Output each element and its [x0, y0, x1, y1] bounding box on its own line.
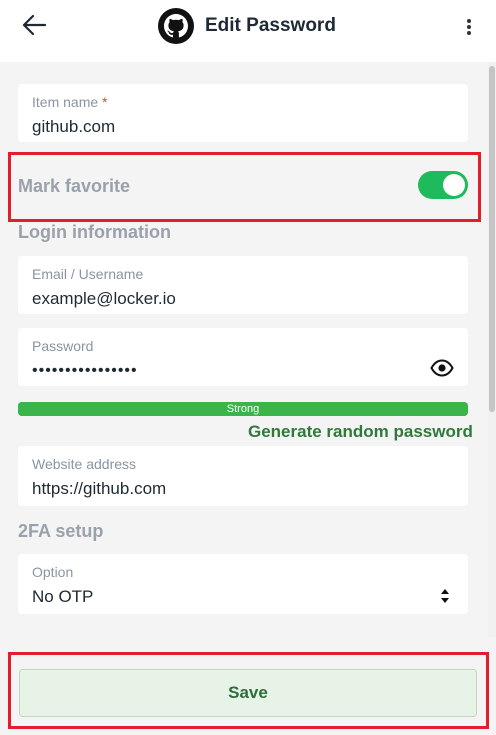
email-field[interactable]: Email / Username example@locker.io	[18, 256, 468, 314]
password-input[interactable]: ••••••••••••••••	[32, 360, 454, 382]
sort-arrows-icon	[441, 589, 449, 603]
generate-password-link[interactable]: Generate random password	[248, 422, 473, 442]
github-logo-icon	[158, 8, 194, 44]
otp-option-select[interactable]: Option No OTP	[18, 554, 468, 614]
password-label: Password	[32, 338, 94, 354]
website-label: Website address	[32, 456, 137, 472]
login-section-title: Login information	[18, 222, 171, 242]
password-strength-bar: Strong	[18, 402, 468, 416]
email-label: Email / Username	[32, 266, 144, 282]
arrow-left-icon	[22, 14, 47, 36]
website-input[interactable]: https://github.com	[32, 478, 454, 500]
password-strength-label: Strong	[226, 403, 260, 415]
favorite-toggle[interactable]	[418, 171, 468, 199]
password-field[interactable]: Password ••••••••••••••••	[18, 328, 468, 386]
required-mark: *	[102, 94, 108, 110]
mark-favorite-row: Mark favorite	[18, 168, 468, 204]
back-button[interactable]	[18, 11, 50, 39]
page-title: Edit Password	[205, 15, 336, 36]
website-field[interactable]: Website address https://github.com	[18, 446, 468, 506]
more-menu-button[interactable]	[458, 14, 480, 40]
twofa-section-title: 2FA setup	[18, 521, 104, 541]
toggle-knob	[443, 174, 465, 196]
eye-icon	[430, 359, 454, 377]
save-button[interactable]: Save	[19, 669, 477, 717]
item-name-label: Item name *	[32, 94, 108, 110]
more-vertical-icon	[467, 19, 471, 35]
item-name-input[interactable]: github.com	[32, 116, 454, 138]
scrollbar-thumb[interactable]	[489, 66, 495, 412]
email-input[interactable]: example@locker.io	[32, 288, 454, 310]
title-group: Edit Password	[158, 8, 336, 44]
show-password-button[interactable]	[430, 358, 454, 378]
option-label: Option	[32, 564, 74, 580]
option-value[interactable]: No OTP	[32, 586, 454, 608]
mark-favorite-label: Mark favorite	[18, 175, 131, 196]
item-name-field[interactable]: Item name * github.com	[18, 84, 468, 142]
app-header: Edit Password	[0, 0, 496, 62]
